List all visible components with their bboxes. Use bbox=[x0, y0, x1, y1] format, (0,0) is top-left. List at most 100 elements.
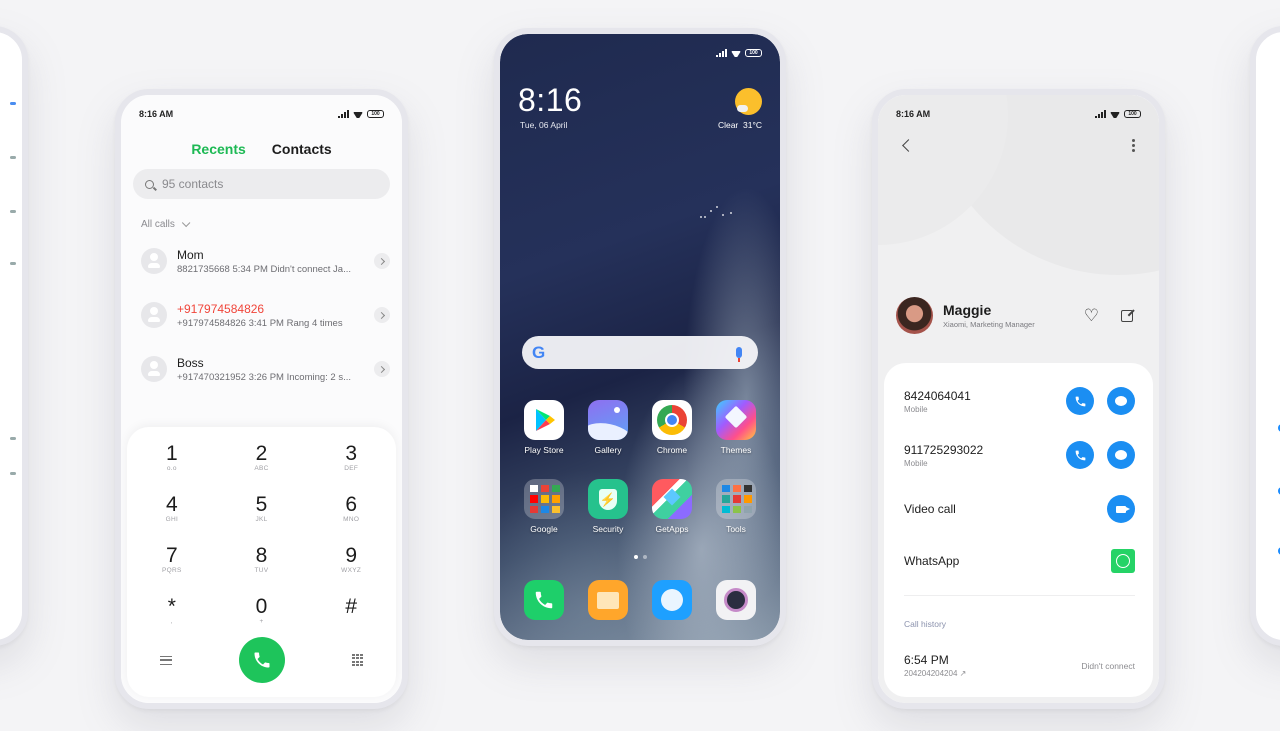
app-chrome[interactable]: Chrome bbox=[640, 400, 704, 455]
tab-contacts[interactable]: Contacts bbox=[272, 141, 332, 157]
history-status: Didn't connect bbox=[1081, 661, 1135, 671]
app-label: Tools bbox=[726, 524, 746, 534]
edit-icon[interactable] bbox=[1121, 309, 1133, 322]
key-digit: 7 bbox=[165, 543, 178, 567]
call-detail: +917974584826 3:41 PM Rang 4 times bbox=[177, 317, 343, 329]
dock-messages[interactable] bbox=[576, 580, 640, 620]
key-letters: + bbox=[259, 617, 264, 625]
call-log-item[interactable]: Mom 8821735668 5:34 PM Didn't connect Ja… bbox=[141, 241, 390, 281]
wifi-icon bbox=[353, 110, 363, 118]
dock bbox=[512, 580, 768, 620]
messages-icon bbox=[588, 580, 628, 620]
partial-ui-mark bbox=[10, 262, 16, 265]
clock-widget[interactable]: 8:16 bbox=[518, 82, 582, 119]
dial-key[interactable]: 3 DEF bbox=[306, 435, 396, 480]
video-call-label: Video call bbox=[904, 502, 956, 516]
phone-icon bbox=[1075, 450, 1085, 460]
key-letters: GHI bbox=[165, 515, 179, 523]
message-button[interactable] bbox=[1107, 441, 1135, 469]
phone-number: 8424064041 bbox=[904, 388, 971, 403]
app-google-folder[interactable]: Google bbox=[512, 479, 576, 534]
app-security[interactable]: ⚡ Security bbox=[576, 479, 640, 534]
chevron-right-icon[interactable] bbox=[374, 253, 390, 269]
home-screen: 100 8:16 Tue, 06 April Clear 31°C G Play… bbox=[500, 34, 780, 640]
dial-key[interactable]: *, bbox=[127, 588, 217, 633]
menu-icon[interactable] bbox=[160, 655, 173, 665]
call-button[interactable] bbox=[1066, 441, 1094, 469]
key-digit: 8 bbox=[255, 543, 268, 567]
whatsapp-label: WhatsApp bbox=[904, 554, 960, 568]
key-digit: 5 bbox=[255, 492, 268, 516]
app-label: Google bbox=[530, 524, 558, 534]
contact-profile: Maggie Xiaomi, Marketing Manager ♡ bbox=[896, 297, 1141, 334]
avatar bbox=[141, 302, 167, 328]
call-filter-dropdown[interactable]: All calls bbox=[141, 218, 191, 230]
dialer-phone: 8:16 AM 100 Recents Contacts 95 contacts… bbox=[115, 89, 408, 709]
message-icon bbox=[1115, 396, 1127, 406]
app-label: Chrome bbox=[656, 445, 688, 455]
call-log-item[interactable]: Boss +917470321952 3:26 PM Incoming: 2 s… bbox=[141, 349, 390, 389]
video-call-row[interactable]: Video call bbox=[904, 495, 1135, 523]
tab-recents[interactable]: Recents bbox=[191, 141, 245, 157]
app-tools-folder[interactable]: Tools bbox=[704, 479, 768, 534]
key-letters: PQRS bbox=[162, 566, 182, 574]
whatsapp-icon[interactable] bbox=[1111, 549, 1135, 573]
contacts-search-input[interactable]: 95 contacts bbox=[133, 169, 390, 199]
app-play-store[interactable]: Play Store bbox=[512, 400, 576, 455]
status-time: 8:16 AM bbox=[139, 109, 174, 119]
dial-key[interactable]: 2 ABC bbox=[217, 435, 307, 480]
dock-browser[interactable] bbox=[640, 580, 704, 620]
phone-number-row[interactable]: 911725293022 Mobile bbox=[904, 441, 1135, 469]
app-row-2: Google ⚡ Security GetApps Tools bbox=[512, 479, 768, 534]
dialer-actions bbox=[127, 637, 396, 683]
avatar bbox=[896, 297, 933, 334]
key-letters: ABC bbox=[254, 464, 269, 472]
message-button[interactable] bbox=[1107, 387, 1135, 415]
phone-number: 911725293022 bbox=[904, 442, 984, 457]
whatsapp-row[interactable]: WhatsApp bbox=[904, 549, 1135, 573]
phone-type: Mobile bbox=[904, 458, 928, 468]
dock-camera[interactable] bbox=[704, 580, 768, 620]
dialer-screen: 8:16 AM 100 Recents Contacts 95 contacts… bbox=[121, 95, 402, 703]
key-letters: MNO bbox=[343, 515, 360, 523]
phone-icon bbox=[254, 652, 270, 668]
dial-key[interactable]: 6 MNO bbox=[306, 486, 396, 531]
microphone-icon[interactable] bbox=[736, 347, 742, 362]
phone-number-row[interactable]: 8424064041 Mobile bbox=[904, 387, 1135, 415]
battery-icon: 100 bbox=[1124, 110, 1141, 118]
divider bbox=[904, 595, 1135, 596]
dial-key[interactable]: 1 o.o bbox=[127, 435, 217, 480]
chevron-right-icon[interactable] bbox=[374, 361, 390, 377]
call-button[interactable] bbox=[238, 637, 285, 683]
dial-key[interactable]: 0 + bbox=[217, 588, 307, 633]
contact-name: Maggie bbox=[943, 302, 992, 318]
history-time: 6:54 PM bbox=[904, 653, 949, 667]
page-dot[interactable] bbox=[642, 555, 647, 559]
dial-key[interactable]: 8 TUV bbox=[217, 537, 307, 582]
dial-key[interactable]: 9 WXYZ bbox=[306, 537, 396, 582]
app-getapps[interactable]: GetApps bbox=[640, 479, 704, 534]
dial-key[interactable]: 5 JKL bbox=[217, 486, 307, 531]
dial-key[interactable]: 7 PQRS bbox=[127, 537, 217, 582]
google-logo-icon: G bbox=[532, 342, 546, 362]
chevron-right-icon[interactable] bbox=[374, 307, 390, 323]
dock-phone[interactable] bbox=[512, 580, 576, 620]
weather-sun-icon[interactable] bbox=[735, 88, 762, 115]
app-gallery[interactable]: Gallery bbox=[576, 400, 640, 455]
app-themes[interactable]: Themes bbox=[704, 400, 768, 455]
key-digit: 4 bbox=[165, 492, 178, 516]
dial-key[interactable]: 4 GHI bbox=[127, 486, 217, 531]
key-letters: o.o bbox=[166, 464, 177, 472]
google-search-bar[interactable]: G bbox=[522, 336, 758, 369]
more-options-icon[interactable] bbox=[1132, 139, 1135, 152]
dial-key[interactable]: # bbox=[306, 588, 396, 633]
call-log-item[interactable]: +917974584826 +917974584826 3:41 PM Rang… bbox=[141, 295, 390, 335]
page-indicator bbox=[500, 555, 780, 559]
page-dot[interactable] bbox=[633, 555, 638, 559]
phone-icon bbox=[524, 580, 564, 620]
call-button[interactable] bbox=[1066, 387, 1094, 415]
video-call-button[interactable] bbox=[1107, 495, 1135, 523]
phone-icon bbox=[1075, 396, 1085, 406]
favorite-heart-icon[interactable]: ♡ bbox=[1084, 306, 1099, 326]
dialpad-toggle-icon[interactable] bbox=[351, 654, 363, 666]
